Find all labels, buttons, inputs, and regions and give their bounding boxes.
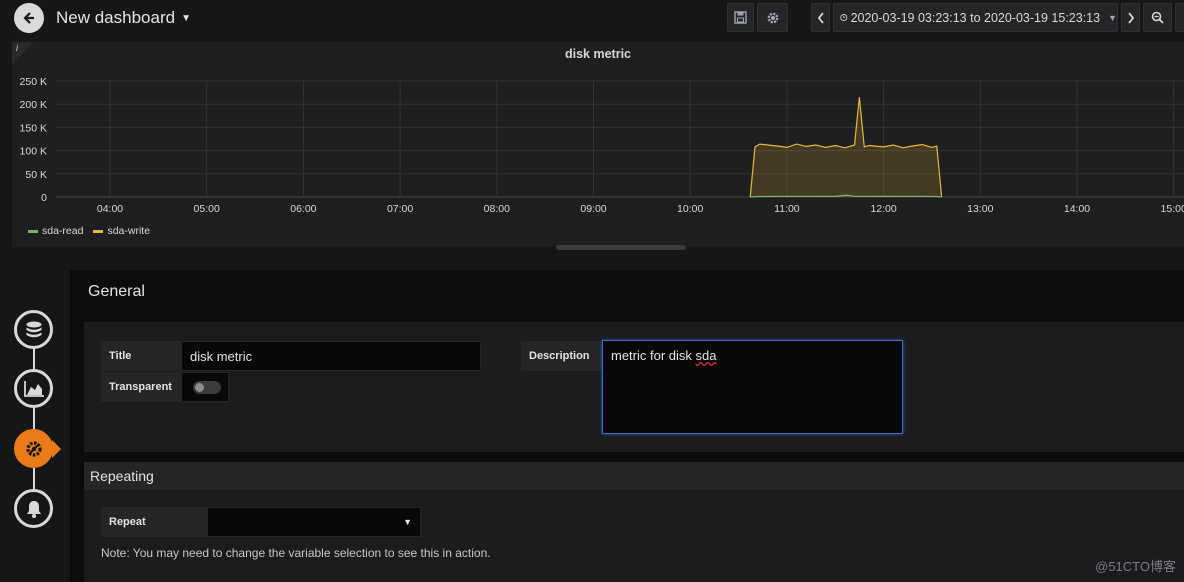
y-tick-label: 150 K <box>20 122 47 134</box>
time-shift-forward-button[interactable] <box>1121 3 1140 32</box>
legend-label: sda-write <box>107 225 151 237</box>
time-range-text: 2020-03-19 03:23:13 to 2020-03-19 15:23:… <box>850 10 1101 25</box>
time-shift-back-button[interactable] <box>811 3 830 32</box>
zoom-out-icon <box>1151 11 1164 24</box>
repeat-note: Note: You may need to change the variabl… <box>101 546 491 560</box>
x-tick-label: 05:00 <box>194 203 220 215</box>
y-tick-label: 100 K <box>20 146 47 158</box>
caret-down-icon: ▼ <box>403 517 412 527</box>
panel-resize-handle[interactable] <box>556 245 686 250</box>
x-tick-label: 08:00 <box>484 203 510 215</box>
x-tick-label: 12:00 <box>870 203 896 215</box>
bell-icon <box>26 500 41 518</box>
chevron-right-icon <box>1127 11 1134 24</box>
area-chart-icon <box>23 380 44 397</box>
gear-wrench-icon <box>25 440 42 457</box>
repeat-label: Repeat <box>101 507 207 537</box>
title-label: Title <box>101 341 181 371</box>
x-tick-label: 13:00 <box>967 203 993 215</box>
chevron-left-icon <box>817 11 824 24</box>
graph-panel: i disk metric 0 50 K 100 K 150 K 200 K 250 K0… <box>12 42 1184 247</box>
caret-down-icon: ▼ <box>1108 12 1117 23</box>
step-general[interactable] <box>14 429 53 468</box>
legend-label: sda-read <box>42 225 84 237</box>
top-navbar: New dashboard ▼ 2020-03-19 03:23:13 to 20… <box>0 0 1184 38</box>
repeating-header-bar <box>84 462 1184 490</box>
y-tick-label: 50 K <box>25 169 47 181</box>
step-queries[interactable] <box>14 310 53 349</box>
save-button[interactable] <box>727 3 754 32</box>
x-tick-label: 14:00 <box>1064 203 1090 215</box>
transparent-toggle[interactable] <box>193 381 221 394</box>
watermark-text: @51CTO博客 <box>1095 559 1176 574</box>
caret-down-icon: ▼ <box>181 13 191 25</box>
step-rail-line <box>33 340 35 510</box>
x-tick-label: 15:00 <box>1161 203 1184 215</box>
database-icon <box>26 321 41 337</box>
legend-swatch <box>93 229 104 233</box>
gear-icon <box>767 12 778 23</box>
step-alert[interactable] <box>14 489 53 528</box>
clock-icon <box>840 13 848 22</box>
zoom-out-button[interactable] <box>1143 3 1172 32</box>
legend-item-sda-read[interactable]: sda-read <box>28 225 83 237</box>
x-tick-label: 10:00 <box>677 203 703 215</box>
save-icon <box>734 11 747 24</box>
back-arrow-icon[interactable] <box>14 3 44 33</box>
time-range-picker[interactable]: 2020-03-19 03:23:13 to 2020-03-19 15:23:… <box>833 3 1118 32</box>
dashboard-title-text: New dashboard <box>56 8 176 27</box>
legend-swatch <box>28 229 38 233</box>
settings-button[interactable] <box>757 3 788 32</box>
repeating-section-title: Repeating <box>90 468 154 484</box>
refresh-button[interactable] <box>1175 3 1184 32</box>
transparent-switch-container <box>181 372 229 402</box>
y-tick-label: 250 K <box>20 76 47 88</box>
description-textarea[interactable]: metric for disk sda <box>602 340 903 434</box>
general-section-title: General <box>88 283 145 300</box>
chart-legend: sda-read sda-write <box>28 225 150 237</box>
step-visualization[interactable] <box>14 369 53 408</box>
x-tick-label: 06:00 <box>290 203 316 215</box>
legend-item-sda-write[interactable]: sda-write <box>93 225 150 237</box>
description-text: metric for disk <box>611 348 696 363</box>
x-tick-label: 09:00 <box>580 203 606 215</box>
dashboard-title[interactable]: New dashboard ▼ <box>56 8 191 28</box>
x-tick-label: 11:00 <box>774 203 800 215</box>
description-misspelled-word: sda <box>695 348 717 363</box>
y-tick-label: 200 K <box>20 99 47 111</box>
active-step-pointer <box>52 440 61 458</box>
x-tick-label: 04:00 <box>97 203 123 215</box>
description-label: Description <box>521 341 602 371</box>
x-tick-label: 07:00 <box>387 203 413 215</box>
title-input[interactable]: disk metric <box>181 341 481 371</box>
transparent-label: Transparent <box>101 372 181 402</box>
chart-area[interactable]: 0 50 K 100 K 150 K 200 K 250 K 04:00 05:00 06:00… <box>12 42 1184 247</box>
repeat-select[interactable]: ▼ <box>207 507 421 537</box>
y-tick-label: 0 <box>41 192 47 204</box>
